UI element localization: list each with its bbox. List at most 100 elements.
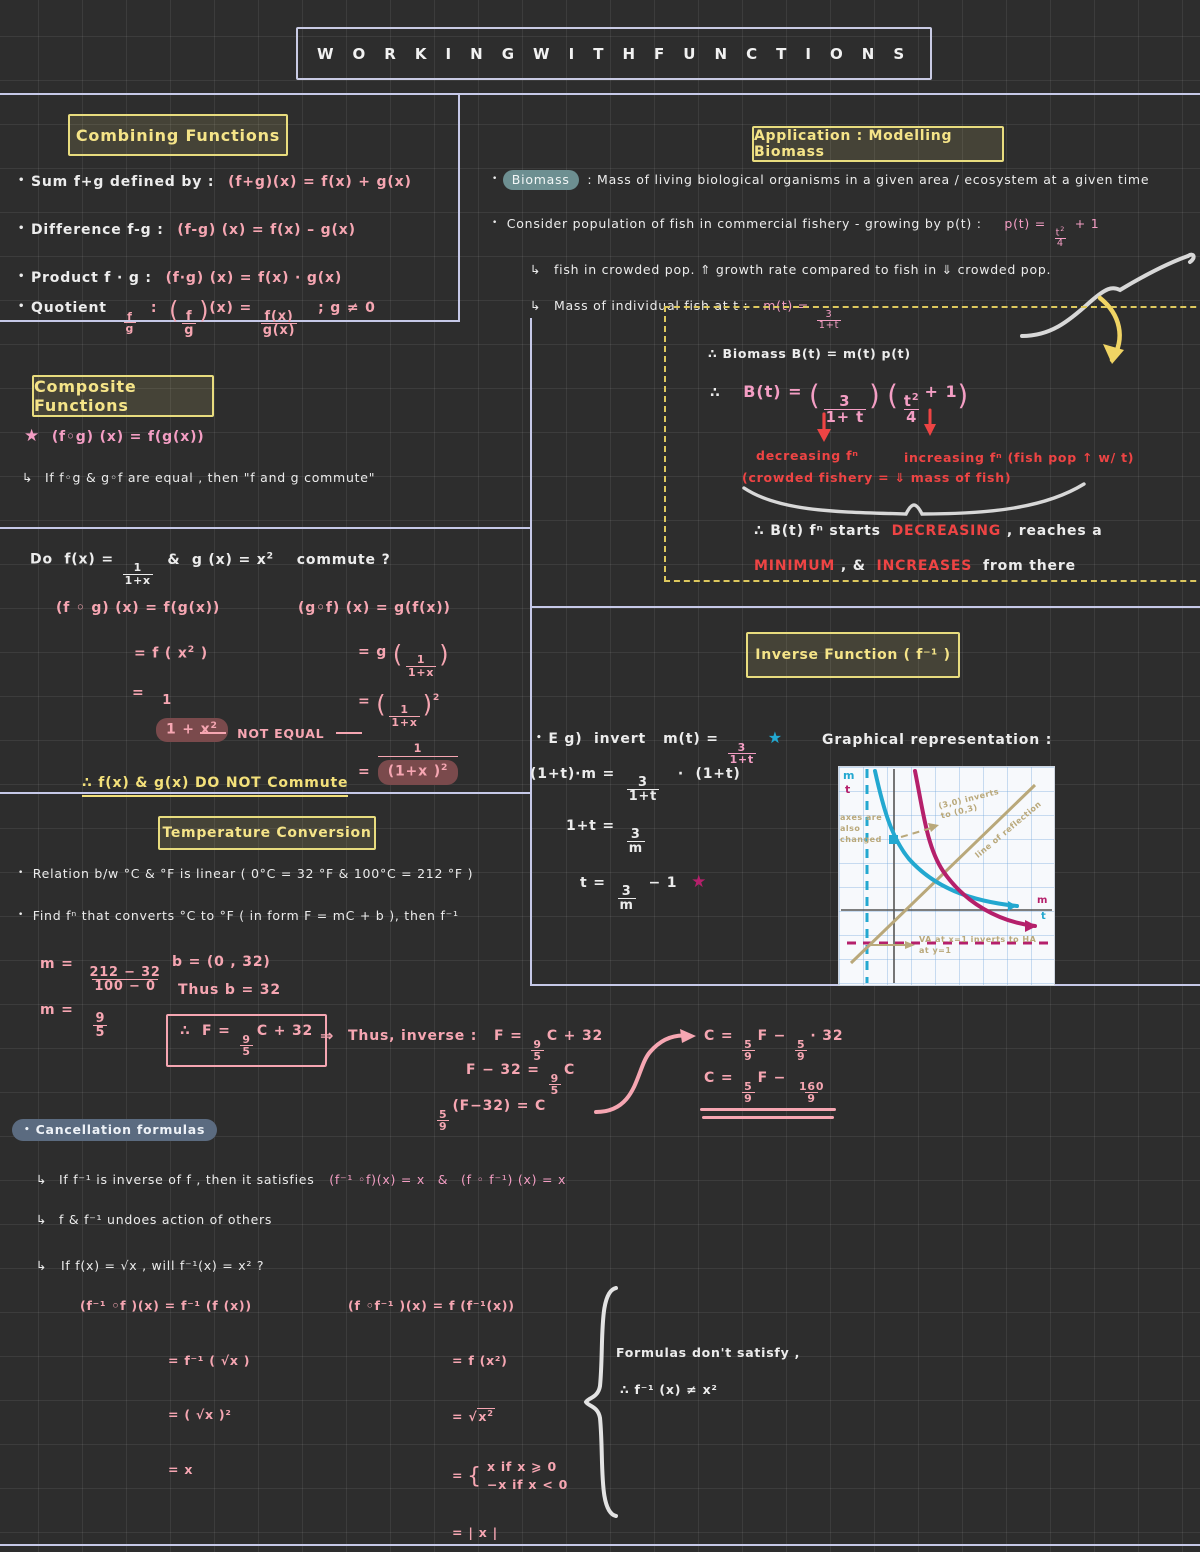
biomass-definition-row: • Biomass : Mass of living biological or… bbox=[492, 170, 1150, 190]
temperature-result-2: C = 59F − 160 9 bbox=[704, 1070, 825, 1106]
inverse-graph-inset: m t axes are also changed (3,0) inverts … bbox=[838, 766, 1055, 986]
biomass-result-line1: ∴ B(t) fⁿ starts DECREASING , reaches a bbox=[754, 523, 1103, 539]
brace-curve-bottom bbox=[742, 482, 1086, 516]
combining-item-product: • Product f · g : (f·g) (x) = f(x) · g(x… bbox=[18, 270, 343, 286]
divider-vertical-left bbox=[458, 93, 460, 320]
inverse-step-3: t = 3m − 1 ★ bbox=[580, 872, 708, 914]
temperature-result-1: C = 59F − 5 9 · 32 bbox=[704, 1028, 844, 1064]
inverse-step-2: 1+t = 3m bbox=[566, 818, 645, 857]
temperature-result-underline-1 bbox=[700, 1108, 836, 1111]
heading-cancellation-formulas: • Cancellation formulas bbox=[12, 1119, 218, 1141]
cancellation-note-1: Formulas don't satisfy , bbox=[616, 1345, 801, 1360]
divider-top bbox=[0, 93, 1200, 95]
arrow-increasing-icon bbox=[924, 408, 936, 436]
heading-inverse-label: Inverse Function ( f⁻¹ ) bbox=[755, 647, 951, 663]
biomass-sub1: ↳ fish in crowded pop. ⇑ growth rate com… bbox=[530, 262, 1052, 277]
arrow-hook-icon-3: ↳ bbox=[530, 298, 542, 313]
biomass-result-line2: MINIMUM , & INCREASES from there bbox=[754, 558, 1076, 574]
combining-difference-label: Difference f-g : bbox=[30, 222, 164, 238]
heading-composite-functions: Composite Functions bbox=[32, 375, 214, 417]
temperature-bullet-1: • Relation b/w °C & °F is linear ( 0°C =… bbox=[18, 866, 474, 881]
divider-biomass-bottom bbox=[530, 606, 1200, 608]
star-icon: ★ bbox=[24, 426, 41, 446]
cancellation-left-line-1: (f⁻¹ ◦f )(x) = f⁻¹ (f (x)) bbox=[80, 1298, 252, 1313]
cancellation-right-line-1: (f ◦f⁻¹ )(x) = f (f⁻¹(x)) bbox=[348, 1298, 515, 1313]
temperature-boxed-formula: ∴ F = 95C + 32 bbox=[166, 1014, 328, 1067]
biomass-consider: Consider population of fish in commercia… bbox=[506, 216, 982, 231]
cancellation-right-line-2: = f (x²) bbox=[452, 1352, 508, 1368]
inverse-graph-caption: Graphical representation : bbox=[822, 732, 1053, 748]
combining-item-sum: • Sum f+g defined by : (f+g)(x) = f(x) +… bbox=[18, 174, 412, 190]
composite-star-rule: ★ (f◦g) (x) = f(g(x)) bbox=[24, 426, 205, 446]
divider-vertical-mid bbox=[530, 318, 532, 608]
cancellation-right-line-3: = √x2 bbox=[452, 1408, 495, 1425]
biomass-definition: : Mass of living biological organisms in… bbox=[587, 172, 1150, 187]
cancellation-formula-2: (f ◦ f⁻¹) (x) = x bbox=[460, 1172, 567, 1187]
star-magenta-icon: ★ bbox=[691, 872, 708, 892]
cancellation-bullet-2: ↳ f & f⁻¹ undoes action of others bbox=[36, 1212, 273, 1227]
cancellation-bullet-3: ↳ If f(x) = √x , will f⁻¹(x) = x² ? bbox=[36, 1258, 265, 1273]
composite-conclusion: ∴ f(x) & g(x) DO NOT Commute bbox=[82, 775, 349, 797]
temperature-thus-label: Thus, inverse : bbox=[348, 1028, 478, 1044]
biomass-keyword-decreasing: DECREASING bbox=[891, 523, 1002, 539]
temperature-result-underline-2 bbox=[702, 1116, 834, 1119]
combining-product-label: Product f · g : bbox=[30, 270, 152, 286]
temperature-b-result: Thus b = 32 bbox=[178, 982, 281, 998]
graph-x-axis-m-label: m bbox=[1037, 895, 1049, 906]
temperature-inv-step-3: 5 9 (F−32) = C bbox=[437, 1098, 547, 1134]
combining-item-quotient: • Quotient fg : (f g)(x) = f(x) g(x) ; g ≠… bbox=[18, 296, 376, 339]
cancellation-left-line-4: = x bbox=[168, 1461, 194, 1477]
heading-temperature-conversion: Temperature Conversion bbox=[158, 816, 376, 850]
temperature-inv-step-1: F = 95C + 32 bbox=[494, 1028, 604, 1064]
cancellation-right-line-5: = | x | bbox=[452, 1525, 498, 1541]
composite-right-line-1: (g◦f) (x) = g(f(x)) bbox=[298, 600, 451, 616]
temperature-bullet-2: • Find fⁿ that converts °C to °F ( in fo… bbox=[18, 908, 459, 923]
divider-composite bbox=[0, 527, 532, 529]
cancellation-right-line-4: = { x if x ⩾ 0 −x if x < 0 bbox=[452, 1458, 569, 1493]
cancellation-note-2: ∴ f⁻¹ (x) ≠ x² bbox=[620, 1382, 718, 1397]
cancellation-right-col: (f ◦f⁻¹ )(x) = f (f⁻¹(x)) = f (x²) = √x2… bbox=[348, 1298, 569, 1541]
arrow-hook-icon-4: ↳ bbox=[36, 1172, 48, 1187]
temperature-arrow: ⇒ bbox=[320, 1026, 335, 1045]
heading-combining-label: Combining Functions bbox=[75, 125, 281, 145]
biomass-annot-right: increasing fⁿ (fish pop ↑ w/ t) bbox=[904, 450, 1135, 465]
graph-asymptote-label: VA at x=1 inverts to HA at y=1 bbox=[919, 935, 1037, 955]
cancellation-formula-1: (f⁻¹ ◦f)(x) = x bbox=[329, 1172, 425, 1187]
combining-sum-label: Sum f+g defined by : bbox=[30, 174, 215, 190]
cancellation-left-line-3: = ( √x )² bbox=[168, 1407, 232, 1422]
page-title-box: W O R K I N G W I T H F U N C T I O N S bbox=[296, 27, 932, 80]
temperature-m-result: m = 95 bbox=[40, 1002, 108, 1041]
cancellation-chip: • Cancellation formulas bbox=[12, 1119, 218, 1141]
composite-left-line-1: (f ◦ g) (x) = f(g(x)) bbox=[56, 600, 221, 616]
graph-x-axis-t-label: t bbox=[1041, 911, 1047, 922]
biomass-term-chip: Biomass bbox=[502, 170, 579, 190]
arrow-hook-icon-5: ↳ bbox=[36, 1212, 48, 1227]
leader-line bbox=[200, 732, 226, 734]
cancellation-left-col: (f⁻¹ ◦f )(x) = f⁻¹ (f (x)) = f⁻¹ ( √x ) … bbox=[80, 1298, 252, 1477]
composite-commute-note: ↳ If f◦g & g◦f are equal , then "f and g… bbox=[22, 470, 376, 485]
heading-combining-functions: Combining Functions bbox=[68, 114, 288, 156]
graph-axis-m-label: m bbox=[843, 769, 856, 782]
combining-item-difference: • Difference f-g : (f-g) (x) = f(x) – g(… bbox=[18, 222, 356, 238]
heading-temperature-label: Temperature Conversion bbox=[162, 825, 372, 841]
page-title: W O R K I N G W I T H F U N C T I O N S bbox=[316, 44, 912, 63]
composite-left-col: (f ◦ g) (x) = f(g(x)) = f ( x2 ) = 1 1 +… bbox=[56, 600, 228, 742]
temperature-b-calc: b = (0 , 32) bbox=[172, 954, 271, 970]
biomass-consider-row: • Consider population of fish in commerc… bbox=[492, 216, 1100, 250]
inverse-example-line: • E g) invert m(t) = 3 1+t ★ bbox=[536, 728, 783, 767]
cancellation-left-line-2: = f⁻¹ ( √x ) bbox=[168, 1352, 251, 1368]
star-cyan-icon: ★ bbox=[767, 728, 783, 747]
cancellation-bullet-1: ↳ If f⁻¹ is inverse of f , then it satis… bbox=[36, 1172, 567, 1187]
temperature-m-calc: m = 212 − 32 100 − 0 bbox=[40, 956, 161, 995]
leader-line-2 bbox=[335, 732, 362, 734]
inverse-step-1: (1+t)·m = 3 1+t · (1+t) bbox=[530, 766, 741, 805]
composite-question: Do f(x) = 1 1+x & g (x) = x2 commute ? bbox=[30, 550, 391, 587]
heading-biomass-label: Application : Modelling Biomass bbox=[754, 128, 953, 160]
graph-axis-t-label: t bbox=[845, 783, 851, 796]
arrow-decreasing-icon bbox=[817, 412, 831, 442]
heading-application-biomass: Application : Modelling Biomass bbox=[752, 126, 1004, 162]
biomass-p-formula: p(t) = t2 4 + 1 bbox=[1004, 216, 1100, 250]
big-curly-brace-icon bbox=[583, 1286, 618, 1518]
biomass-line1: ∴ Biomass B(t) = m(t) p(t) bbox=[708, 346, 911, 361]
temperature-curved-arrow-icon bbox=[594, 1029, 696, 1114]
